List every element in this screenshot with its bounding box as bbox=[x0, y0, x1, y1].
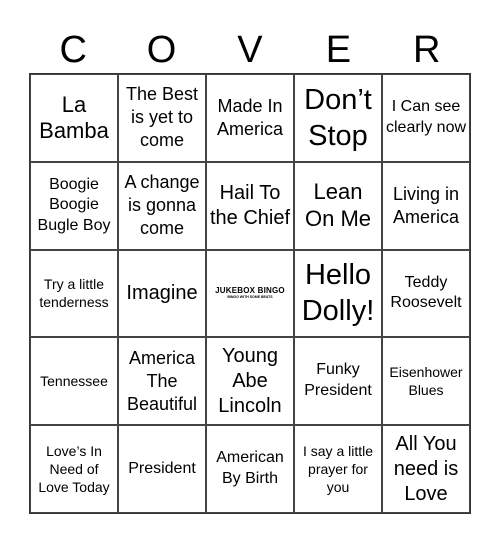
bingo-cell[interactable]: American By Birth bbox=[206, 425, 294, 513]
bingo-cell[interactable]: Don’t Stop bbox=[294, 74, 382, 162]
bingo-cell[interactable]: Tennessee bbox=[30, 337, 118, 426]
jukebox-bingo-logo: JUKEBOX BINGO BINGO WITH SOME BEATS bbox=[215, 286, 285, 300]
logo-subtitle: BINGO WITH SOME BEATS bbox=[227, 294, 273, 299]
bingo-cell[interactable]: Eisenhower Blues bbox=[382, 337, 470, 426]
bingo-cell[interactable]: Lean On Me bbox=[294, 161, 382, 250]
header-letter-o: O bbox=[146, 29, 177, 71]
bingo-cell[interactable]: Love’s In Need of Love Today bbox=[30, 425, 118, 513]
header-letter-e: E bbox=[325, 29, 352, 71]
bingo-cell[interactable]: Imagine bbox=[118, 249, 206, 338]
bingo-cell[interactable]: I Can see clearly now bbox=[382, 74, 470, 162]
bingo-cell[interactable]: Made In America bbox=[206, 74, 294, 162]
bingo-grid: La Bamba The Best is yet to come Made In… bbox=[29, 73, 471, 514]
bingo-cell[interactable]: The Best is yet to come bbox=[118, 74, 206, 162]
bingo-cell[interactable]: La Bamba bbox=[30, 74, 118, 162]
bingo-cell[interactable]: All You need is Love bbox=[382, 425, 470, 513]
bingo-cell[interactable]: Hello Dolly! bbox=[294, 249, 382, 338]
bingo-cell[interactable]: Funky President bbox=[294, 337, 382, 426]
bingo-cell[interactable]: Boogie Boogie Bugle Boy bbox=[30, 161, 118, 250]
bingo-cell[interactable]: I say a little prayer for you bbox=[294, 425, 382, 513]
free-space[interactable]: JUKEBOX BINGO BINGO WITH SOME BEATS bbox=[206, 249, 294, 338]
bingo-cell[interactable]: America The Beautiful bbox=[118, 337, 206, 426]
header-letter-r: R bbox=[413, 29, 441, 71]
header-letter-v: V bbox=[237, 29, 263, 71]
bingo-cell[interactable]: Try a little tenderness bbox=[30, 249, 118, 338]
bingo-cell[interactable]: Teddy Roosevelt bbox=[382, 249, 470, 338]
bingo-header: C O V E R bbox=[29, 28, 471, 72]
bingo-cell[interactable]: President bbox=[118, 425, 206, 513]
bingo-cell[interactable]: A change is gonna come bbox=[118, 161, 206, 250]
bingo-cell[interactable]: Hail To the Chief bbox=[206, 161, 294, 250]
bingo-cell[interactable]: Young Abe Lincoln bbox=[206, 337, 294, 426]
header-letter-c: C bbox=[59, 29, 87, 71]
bingo-cell[interactable]: Living in America bbox=[382, 161, 470, 250]
